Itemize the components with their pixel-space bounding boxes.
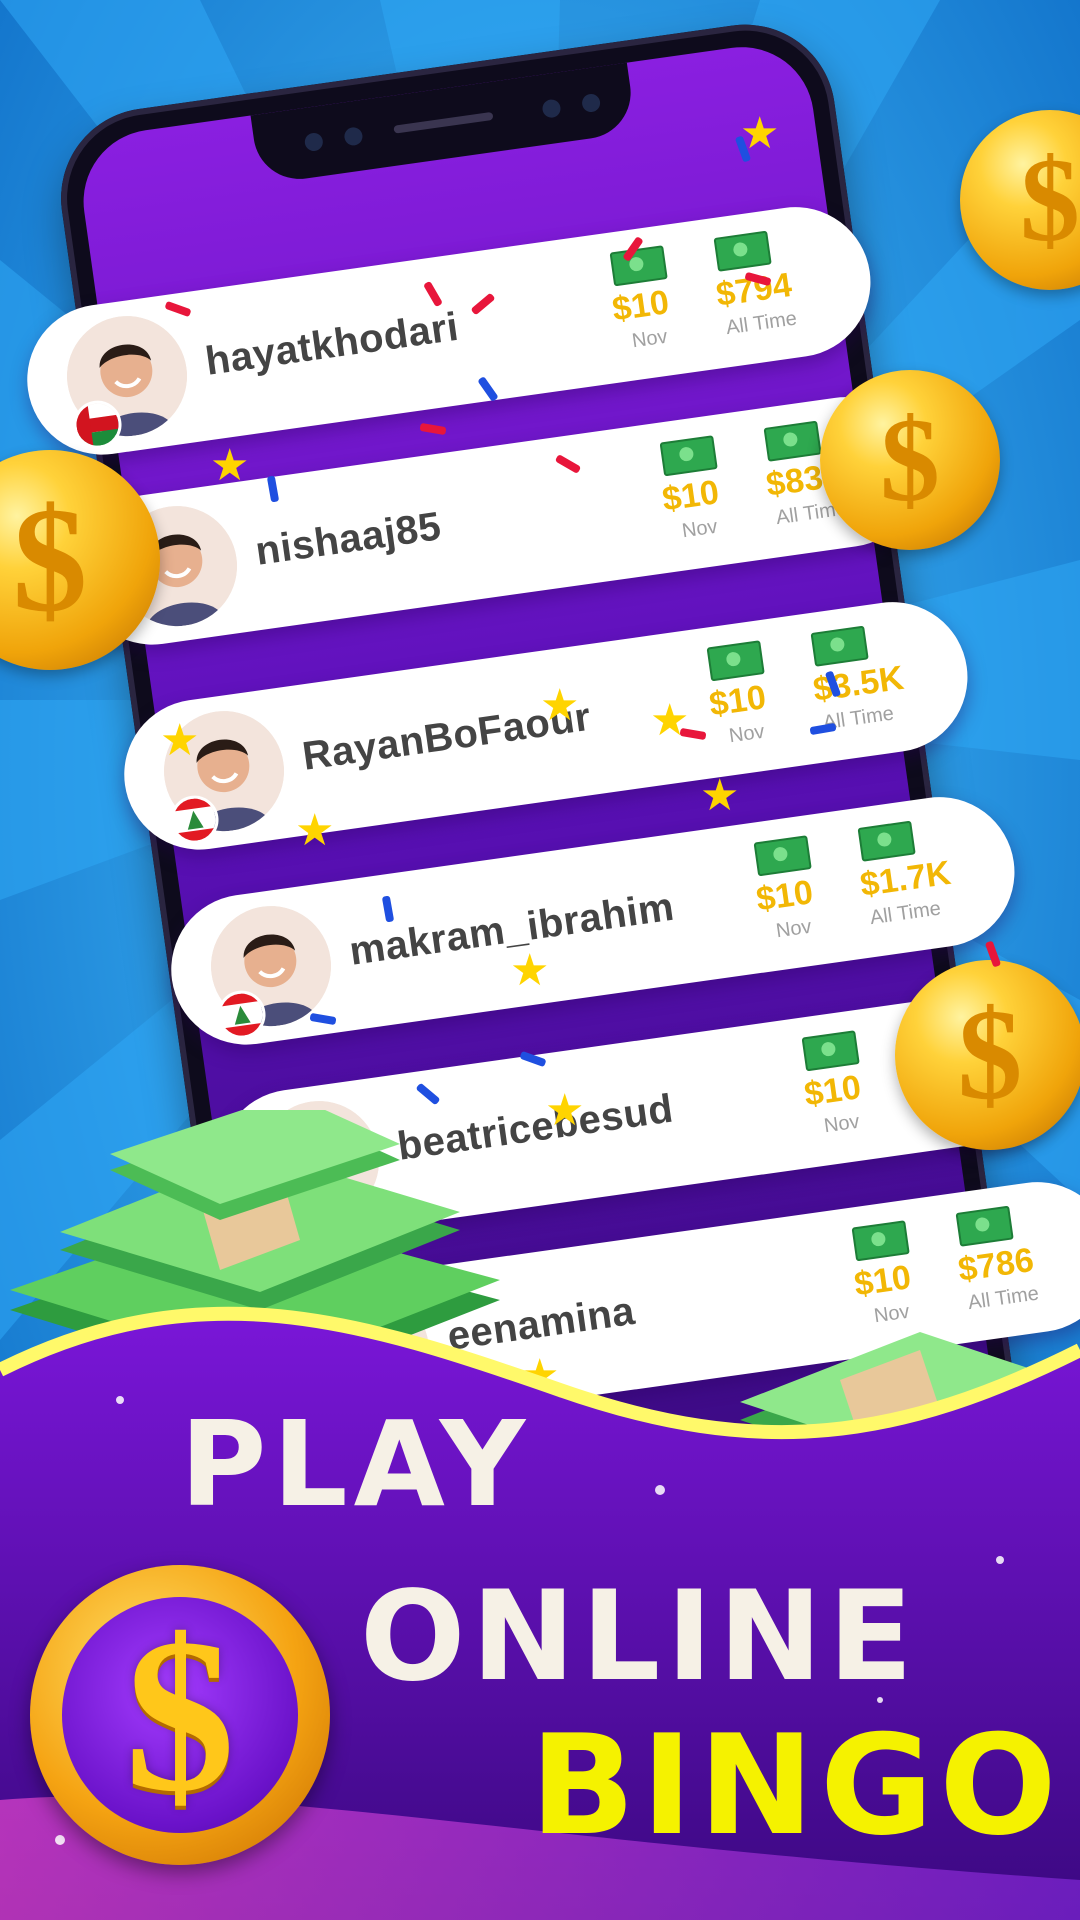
money-bill-icon	[706, 640, 765, 682]
username: nishaaj85	[252, 504, 444, 574]
badge-center: $	[62, 1593, 298, 1837]
month-label: Nov	[680, 515, 719, 543]
month-label: Nov	[630, 325, 669, 353]
money-bill-icon	[609, 245, 668, 287]
dollar-coin-icon: $	[0, 450, 160, 670]
money-bill-icon	[851, 1220, 910, 1262]
money-bill-icon	[659, 435, 718, 477]
money-bill-icon	[810, 625, 869, 667]
month-amount: $10	[659, 473, 722, 519]
dollar-coin-icon: $	[820, 370, 1000, 550]
star-icon: ★	[160, 715, 200, 766]
dollar-coin-icon: $	[895, 960, 1080, 1150]
money-bill-icon	[857, 820, 916, 862]
headline-online: ONLINE	[360, 1565, 919, 1709]
money-bill-icon	[713, 230, 772, 272]
month-label: Nov	[774, 915, 813, 943]
star-icon: ★	[540, 680, 580, 731]
star-icon: ★	[295, 805, 335, 856]
money-bill-icon	[753, 835, 812, 877]
money-bill-icon	[763, 420, 822, 462]
star-icon: ★	[545, 1085, 585, 1136]
badge-dollar-symbol: $	[125, 1592, 235, 1837]
money-bill-icon	[801, 1030, 860, 1072]
month-label: Nov	[822, 1110, 861, 1138]
camera-icon	[303, 131, 324, 153]
dollar-coin-icon: $	[960, 110, 1080, 290]
sensor-icon	[343, 126, 364, 147]
star-icon: ★	[650, 695, 690, 746]
month-amount: $10	[609, 283, 672, 329]
star-icon: ★	[510, 945, 550, 996]
dollar-badge-icon: $	[30, 1565, 330, 1865]
month-amount: $10	[753, 873, 816, 919]
ad-stage: hayatkhodari $10 Nov $794 All Time nisha…	[0, 0, 1080, 1920]
headline-play: PLAY	[180, 1395, 532, 1533]
speaker-grille	[393, 111, 494, 134]
money-bill-icon	[955, 1205, 1014, 1247]
headline-bingo: BINGO	[530, 1705, 1063, 1866]
star-icon: ★	[700, 770, 740, 821]
month-amount: $10	[801, 1068, 864, 1114]
sensor-icon	[541, 98, 562, 119]
month-label: Nov	[727, 720, 766, 748]
star-icon: ★	[210, 440, 250, 491]
username: hayatkhodari	[202, 304, 462, 384]
month-amount: $10	[706, 678, 769, 724]
sensor-icon	[580, 92, 602, 114]
